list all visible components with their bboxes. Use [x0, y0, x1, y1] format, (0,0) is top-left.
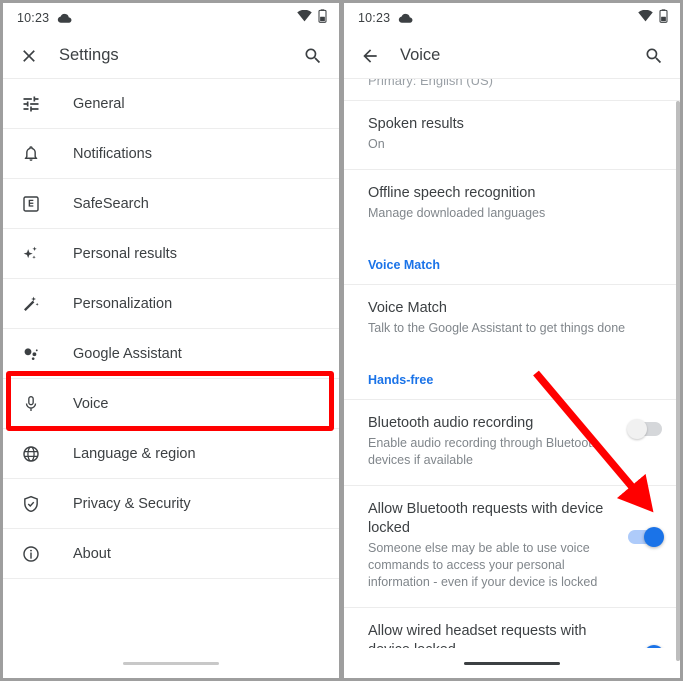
item-title: Allow Bluetooth requests with device loc…	[368, 501, 604, 536]
sidebar-item-personal-results[interactable]: Personal results	[3, 229, 339, 279]
item-subtitle: Enable audio recording through Bluetooth…	[368, 436, 599, 467]
right-status-bar: 10:23	[344, 3, 680, 33]
microphone-icon	[21, 394, 47, 414]
sidebar-item-label: Language & region	[73, 445, 196, 462]
search-icon[interactable]	[301, 44, 325, 68]
sidebar-item-label: SafeSearch	[73, 195, 149, 212]
right-home-indicator-area	[344, 648, 680, 678]
section-header-hands-free: Hands-free	[344, 353, 680, 400]
close-icon[interactable]	[17, 44, 41, 68]
item-title: Offline speech recognition	[368, 185, 536, 201]
sidebar-item-label: About	[73, 545, 111, 562]
magic-wand-icon	[21, 294, 47, 314]
right-phone-screen: 10:23 Voice Primary: English (US) Spoken…	[344, 3, 680, 678]
voice-match-item[interactable]: Voice Match Talk to the Google Assistant…	[344, 285, 680, 353]
dual-screenshot-stage: 10:23 Settings General Notifications Saf…	[0, 0, 683, 681]
page-title: Settings	[59, 46, 119, 64]
voice-settings-scroll-area[interactable]: Primary: English (US) Spoken results On …	[344, 79, 680, 678]
sidebar-item-safesearch[interactable]: SafeSearch	[3, 179, 339, 229]
sidebar-item-notifications[interactable]: Notifications	[3, 129, 339, 179]
sidebar-item-about[interactable]: About	[3, 529, 339, 579]
right-app-bar: Voice	[344, 33, 680, 79]
sidebar-item-label: General	[73, 95, 125, 112]
sidebar-item-label: Privacy & Security	[73, 495, 191, 512]
assistant-dots-icon	[21, 344, 47, 364]
item-title: Bluetooth audio recording	[368, 415, 534, 431]
vertical-scrollbar[interactable]	[676, 101, 680, 661]
spoken-results-item[interactable]: Spoken results On	[344, 101, 680, 170]
item-subtitle: Someone else may be able to use voice co…	[368, 541, 598, 589]
sidebar-item-language-region[interactable]: Language & region	[3, 429, 339, 479]
sidebar-item-google-assistant[interactable]: Google Assistant	[3, 329, 339, 379]
bluetooth-audio-recording-item[interactable]: Bluetooth audio recording Enable audio r…	[344, 400, 680, 486]
wifi-icon	[297, 9, 312, 27]
item-title: Voice Match	[368, 300, 447, 316]
battery-icon	[659, 8, 668, 28]
item-subtitle: Talk to the Google Assistant to get thin…	[368, 321, 626, 335]
settings-list: General Notifications SafeSearch Persona…	[3, 79, 339, 579]
explicit-e-icon	[21, 194, 47, 214]
wifi-icon	[638, 9, 653, 27]
toggle-knob	[644, 527, 664, 547]
bell-icon	[21, 144, 47, 164]
left-home-indicator-area	[3, 648, 339, 678]
left-phone-screen: 10:23 Settings General Notifications Saf…	[3, 3, 339, 678]
item-title: Spoken results	[368, 116, 464, 132]
section-header-voice-match: Voice Match	[344, 238, 680, 285]
home-indicator	[464, 661, 560, 665]
right-status-icons	[638, 8, 668, 28]
status-time: 10:23	[17, 11, 50, 25]
clipped-primary-language-row[interactable]: Primary: English (US)	[344, 79, 680, 101]
left-status-bar: 10:23	[3, 3, 339, 33]
sidebar-item-general[interactable]: General	[3, 79, 339, 129]
sidebar-item-personalization[interactable]: Personalization	[3, 279, 339, 329]
sidebar-item-label: Notifications	[73, 145, 152, 162]
sidebar-item-label: Personalization	[73, 295, 173, 312]
item-subtitle: On	[368, 137, 385, 151]
sidebar-item-label: Personal results	[73, 245, 177, 262]
cloud-icon	[398, 13, 413, 24]
left-app-bar: Settings	[3, 33, 339, 79]
page-title: Voice	[400, 46, 441, 64]
sidebar-item-privacy-security[interactable]: Privacy & Security	[3, 479, 339, 529]
home-indicator	[123, 661, 219, 665]
sidebar-item-voice[interactable]: Voice	[3, 379, 339, 429]
status-time: 10:23	[358, 11, 391, 25]
toggle-knob	[627, 419, 647, 439]
search-icon[interactable]	[642, 44, 666, 68]
sparkles-icon	[21, 244, 47, 264]
back-arrow-icon[interactable]	[358, 44, 382, 68]
info-circle-icon	[21, 544, 47, 564]
item-subtitle: Manage downloaded languages	[368, 206, 546, 220]
battery-icon	[318, 8, 327, 28]
clipped-primary-language-text: Primary: English (US)	[368, 79, 493, 88]
globe-icon	[21, 444, 47, 464]
offline-speech-recognition-item[interactable]: Offline speech recognition Manage downlo…	[344, 170, 680, 238]
allow-bluetooth-requests-item[interactable]: Allow Bluetooth requests with device loc…	[344, 486, 680, 608]
sidebar-item-label: Google Assistant	[73, 345, 182, 362]
shield-check-icon	[21, 494, 47, 514]
bluetooth-audio-recording-toggle[interactable]	[627, 419, 662, 439]
left-status-icons	[297, 8, 327, 28]
sidebar-item-label: Voice	[73, 395, 109, 412]
allow-bluetooth-requests-toggle[interactable]	[628, 527, 664, 547]
cloud-icon	[57, 13, 72, 24]
tune-sliders-icon	[21, 94, 47, 114]
